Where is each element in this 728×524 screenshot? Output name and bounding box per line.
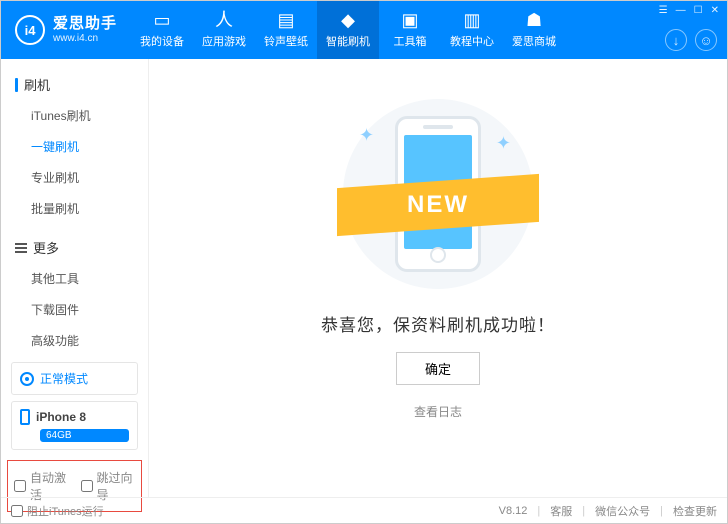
nav-label: 爱思商城 (512, 33, 556, 49)
separator: | (582, 505, 585, 517)
toolbox-icon: ▣ (402, 11, 419, 29)
sidebar-group-label: 刷机 (24, 75, 50, 94)
success-message: 恭喜您，保资料刷机成功啦！ (321, 311, 555, 336)
top-nav: ▭ 我的设备 人应用游戏 ▤ 铃声壁纸 ◆ 智能刷机 ▣ 工具箱 ▥ 教程中心 ☗ 爱思商城 (131, 1, 565, 59)
sidebar-item-other-tools[interactable]: 其他工具 (31, 263, 148, 294)
apps-icon: 人 (215, 11, 233, 29)
sparkle-icon: ✦ (359, 125, 374, 146)
nav-label: 工具箱 (394, 33, 427, 49)
book-icon: ▥ (464, 11, 481, 29)
sidebar-item-itunes-flash[interactable]: iTunes刷机 (31, 100, 148, 131)
nav-label: 我的设备 (140, 33, 184, 49)
nav-label: 铃声壁纸 (264, 33, 308, 49)
separator: | (660, 505, 663, 517)
checkbox-input[interactable] (11, 505, 23, 517)
sidebar-group-more: 更多 (1, 232, 148, 263)
footer-service-link[interactable]: 客服 (550, 503, 572, 519)
version-label: V8.12 (499, 505, 528, 517)
view-logs-link[interactable]: 查看日志 (414, 403, 462, 420)
nav-label: 教程中心 (450, 33, 494, 49)
mode-indicator-icon (20, 372, 34, 386)
nav-my-device[interactable]: ▭ 我的设备 (131, 1, 193, 59)
nav-label: 应用游戏 (202, 33, 246, 49)
download-icon[interactable]: ↓ (665, 29, 687, 51)
store-icon: ☗ (526, 11, 542, 29)
checkbox-input[interactable] (81, 480, 93, 492)
sidebar-item-oneclick-flash[interactable]: 一键刷机 (31, 131, 148, 162)
device-icon (20, 409, 30, 425)
ok-button[interactable]: 确定 (396, 352, 480, 385)
maximize-icon[interactable]: ☐ (694, 5, 703, 16)
footer-wechat-link[interactable]: 微信公众号 (595, 503, 650, 519)
new-ribbon: NEW (323, 181, 553, 229)
checkbox-input[interactable] (14, 480, 26, 492)
storage-badge: 64GB (40, 429, 129, 442)
nav-store[interactable]: ☗ 爱思商城 (503, 1, 565, 59)
list-icon (15, 243, 27, 253)
nav-toolbox[interactable]: ▣ 工具箱 (379, 1, 441, 59)
user-icon[interactable]: ☺ (695, 29, 717, 51)
checkbox-label: 阻止iTunes运行 (27, 503, 104, 519)
device-mode[interactable]: 正常模式 (11, 362, 138, 395)
minimize-icon[interactable]: — (676, 5, 686, 16)
bar-icon (15, 78, 18, 92)
separator: | (537, 505, 540, 517)
ribbon-text: NEW (407, 191, 469, 219)
brand-name: 爱思助手 (53, 15, 117, 33)
wallpaper-icon: ▤ (278, 11, 295, 29)
nav-apps[interactable]: 人应用游戏 (193, 1, 255, 59)
footer-update-link[interactable]: 检查更新 (673, 503, 717, 519)
menu-icon[interactable]: ☰ (659, 5, 668, 16)
sidebar-item-pro-flash[interactable]: 专业刷机 (31, 162, 148, 193)
nav-ringtones[interactable]: ▤ 铃声壁纸 (255, 1, 317, 59)
window-controls: ☰ — ☐ ✕ (659, 5, 719, 16)
nav-flash[interactable]: ◆ 智能刷机 (317, 1, 379, 59)
flash-icon: ◆ (341, 11, 355, 29)
logo-icon: i4 (15, 15, 45, 45)
sidebar-group-flash: 刷机 (1, 69, 148, 100)
nav-label: 智能刷机 (326, 33, 370, 49)
brand-url: www.i4.cn (53, 33, 117, 45)
device-name: iPhone 8 (36, 410, 86, 424)
phone-icon: ▭ (154, 11, 171, 29)
success-illustration: ✦ ✦ NEW (343, 99, 533, 289)
close-icon[interactable]: ✕ (711, 5, 719, 16)
sparkle-icon: ✦ (496, 133, 511, 154)
checkbox-block-itunes[interactable]: 阻止iTunes运行 (11, 503, 104, 519)
nav-tutorials[interactable]: ▥ 教程中心 (441, 1, 503, 59)
device-mode-label: 正常模式 (40, 370, 88, 387)
device-card[interactable]: iPhone 8 64GB (11, 401, 138, 450)
sidebar-item-download-firmware[interactable]: 下载固件 (31, 294, 148, 325)
app-header: i4 爱思助手 www.i4.cn ▭ 我的设备 人应用游戏 ▤ 铃声壁纸 ◆ 智能刷… (1, 1, 727, 59)
app-logo: i4 爱思助手 www.i4.cn (1, 1, 131, 59)
sidebar-group-label: 更多 (33, 238, 59, 257)
sidebar-item-batch-flash[interactable]: 批量刷机 (31, 193, 148, 224)
sidebar-item-advanced[interactable]: 高级功能 (31, 325, 148, 356)
main-content: ✦ ✦ NEW 恭喜您，保资料刷机成功啦！ 确定 查看日志 (149, 59, 727, 497)
status-bar: 阻止iTunes运行 V8.12 | 客服 | 微信公众号 | 检查更新 (1, 497, 727, 523)
sidebar: 刷机 iTunes刷机 一键刷机 专业刷机 批量刷机 更多 其他工具 下载固件 … (1, 59, 149, 497)
